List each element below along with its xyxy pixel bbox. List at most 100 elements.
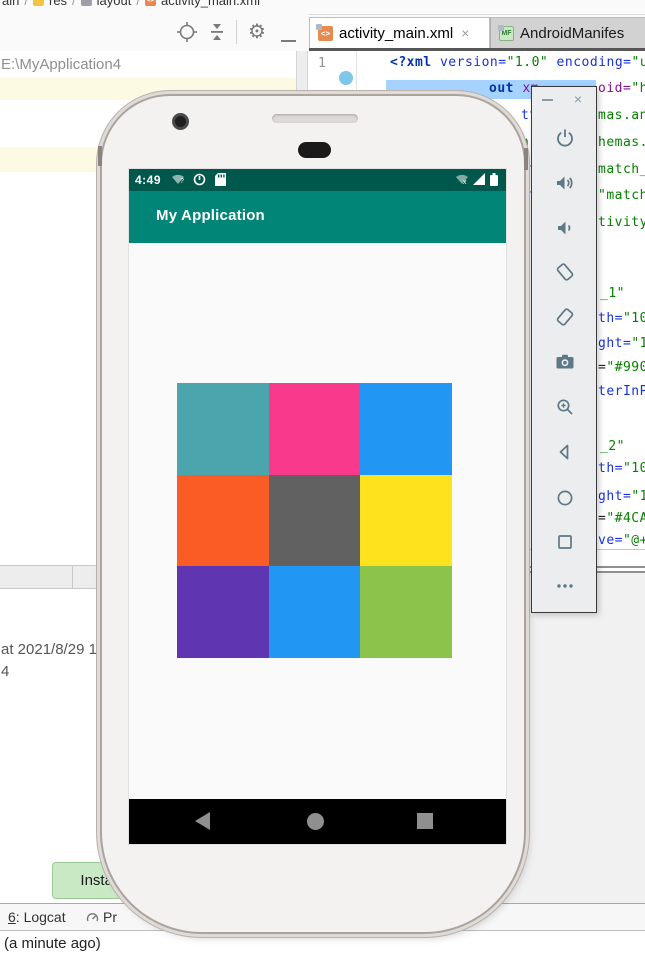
grid-cell-dark-gray[interactable] bbox=[268, 474, 361, 567]
manifest-file-icon: MF bbox=[498, 24, 514, 41]
log-line: at 2021/8/29 1 bbox=[1, 641, 97, 658]
breadcrumb-separator: / bbox=[24, 0, 28, 8]
breadcrumb-item-res[interactable]: res bbox=[49, 0, 67, 8]
settings-gear-icon[interactable]: ⚙ bbox=[246, 21, 268, 43]
speaker-grille bbox=[272, 114, 358, 123]
code-fragment: ve="@+ bbox=[598, 533, 645, 548]
code-fragment: ght="1 bbox=[598, 336, 645, 351]
xml-file-icon: <> bbox=[316, 23, 333, 41]
android-nav-bar bbox=[129, 799, 506, 844]
grid-cell-green[interactable] bbox=[360, 566, 452, 658]
wifi-question-icon: ? bbox=[172, 174, 184, 185]
volume-up-icon[interactable] bbox=[553, 171, 577, 195]
power-button-bump bbox=[524, 148, 528, 170]
emulator-toolbar: × bbox=[531, 86, 597, 613]
zoom-icon[interactable] bbox=[553, 395, 577, 419]
signal-icon bbox=[473, 173, 485, 185]
code-fragment: tivity bbox=[598, 215, 645, 230]
code-fragment: "match bbox=[598, 188, 645, 203]
app-content bbox=[129, 243, 506, 799]
emulator-phone: 4:49 ? x My Application bbox=[98, 96, 528, 932]
status-time: 4:49 bbox=[135, 173, 162, 187]
svg-text:?: ? bbox=[180, 178, 184, 185]
android-chip-icon bbox=[316, 23, 322, 30]
code-fragment: ="#990 bbox=[598, 360, 645, 375]
profiler-gauge-icon bbox=[86, 913, 99, 922]
nav-overview-button[interactable] bbox=[417, 813, 433, 829]
gutter-run-dot[interactable] bbox=[339, 71, 353, 85]
more-icon[interactable] bbox=[553, 574, 577, 598]
wifi-x-icon: x bbox=[456, 174, 468, 185]
locate-target-icon[interactable] bbox=[176, 21, 198, 43]
code-fragment: hemas. bbox=[598, 135, 645, 150]
code-fragment: ="#4CA bbox=[598, 511, 645, 526]
tab-android-manifest[interactable]: MF AndroidManifes bbox=[490, 17, 645, 48]
app-bar: My Application bbox=[129, 191, 506, 243]
collapse-all-icon[interactable] bbox=[206, 21, 228, 43]
minimize-icon[interactable] bbox=[542, 99, 553, 101]
side-button-bump bbox=[98, 146, 102, 166]
front-camera bbox=[172, 113, 189, 130]
code-fragment: th="10 bbox=[598, 311, 645, 326]
line-number: 1 bbox=[318, 56, 326, 71]
android-studio-window: ain / res / layout / <> activity_main.xm… bbox=[0, 0, 645, 955]
logcat-tab[interactable]: 6: Logcat bbox=[8, 909, 66, 925]
breadcrumb-separator: / bbox=[72, 0, 76, 8]
grid-cell-purple[interactable] bbox=[177, 566, 269, 658]
breadcrumb-item-main[interactable]: ain bbox=[2, 0, 19, 8]
grid-cell-teal[interactable] bbox=[177, 383, 269, 475]
res-folder-icon bbox=[32, 0, 44, 6]
android-chip-icon bbox=[498, 24, 504, 31]
phone-screen[interactable]: 4:49 ? x My Application bbox=[128, 168, 507, 845]
code-fragment: match_ bbox=[598, 162, 645, 177]
profiler-tab[interactable]: Pr bbox=[103, 909, 117, 925]
app-title: My Application bbox=[156, 207, 265, 224]
tab-activity-main-xml[interactable]: <> activity_main.xml × bbox=[309, 17, 490, 48]
breadcrumb-separator: / bbox=[136, 0, 140, 8]
code-fragment: _1" bbox=[600, 286, 625, 301]
project-path: E:\MyApplication4 bbox=[1, 56, 122, 73]
overview-icon[interactable] bbox=[553, 530, 577, 554]
status-circle-icon bbox=[193, 173, 206, 186]
grid-cell-pink[interactable] bbox=[268, 383, 361, 475]
breadcrumb-item-layout[interactable]: layout bbox=[97, 0, 132, 8]
color-grid bbox=[177, 383, 452, 658]
nav-back-button[interactable] bbox=[195, 812, 210, 830]
grid-cell-orange[interactable] bbox=[177, 474, 269, 567]
column-divider bbox=[72, 566, 73, 588]
close-icon[interactable]: × bbox=[461, 25, 469, 41]
tab-label: AndroidManifes bbox=[520, 24, 625, 42]
code-fragment: oid="h bbox=[598, 81, 645, 96]
ide-message-bar: (a minute ago) bbox=[0, 930, 645, 955]
close-icon[interactable]: × bbox=[570, 91, 586, 107]
layout-folder-icon bbox=[80, 0, 92, 6]
code-fragment: terInP bbox=[598, 384, 645, 399]
volume-down-icon[interactable] bbox=[553, 216, 577, 240]
breadcrumb-item-activity-main[interactable]: activity_main.xml bbox=[161, 0, 260, 8]
xml-file-icon: <> bbox=[145, 0, 156, 6]
power-icon[interactable] bbox=[553, 126, 577, 150]
grid-cell-blue[interactable] bbox=[360, 383, 452, 475]
back-icon[interactable] bbox=[553, 440, 577, 464]
rotate-right-icon[interactable] bbox=[553, 305, 577, 329]
toolbar-separator bbox=[236, 20, 237, 44]
code-fragment: ght="1 bbox=[598, 489, 645, 504]
panel-toolbar: ⚙ bbox=[0, 14, 309, 52]
sd-card-icon bbox=[215, 173, 226, 186]
log-line: 4 bbox=[1, 663, 10, 680]
camera-icon[interactable] bbox=[553, 350, 577, 374]
battery-icon bbox=[490, 173, 498, 186]
hide-panel-icon[interactable] bbox=[281, 40, 296, 42]
rotate-left-icon[interactable] bbox=[553, 260, 577, 284]
code-fragment: _2" bbox=[600, 439, 625, 454]
nav-home-button[interactable] bbox=[307, 813, 324, 830]
code-fragment: mas.an bbox=[598, 108, 645, 123]
earpiece bbox=[298, 142, 331, 158]
grid-cell-blue-2[interactable] bbox=[268, 566, 361, 658]
home-icon[interactable] bbox=[553, 486, 577, 510]
tab-label: activity_main.xml bbox=[339, 24, 454, 42]
status-message: (a minute ago) bbox=[4, 935, 101, 952]
grid-cell-yellow[interactable] bbox=[360, 474, 452, 567]
code-fragment: th="10 bbox=[598, 461, 645, 476]
code-fragment: <?xml version="1.0" encoding="ut bbox=[390, 55, 645, 70]
